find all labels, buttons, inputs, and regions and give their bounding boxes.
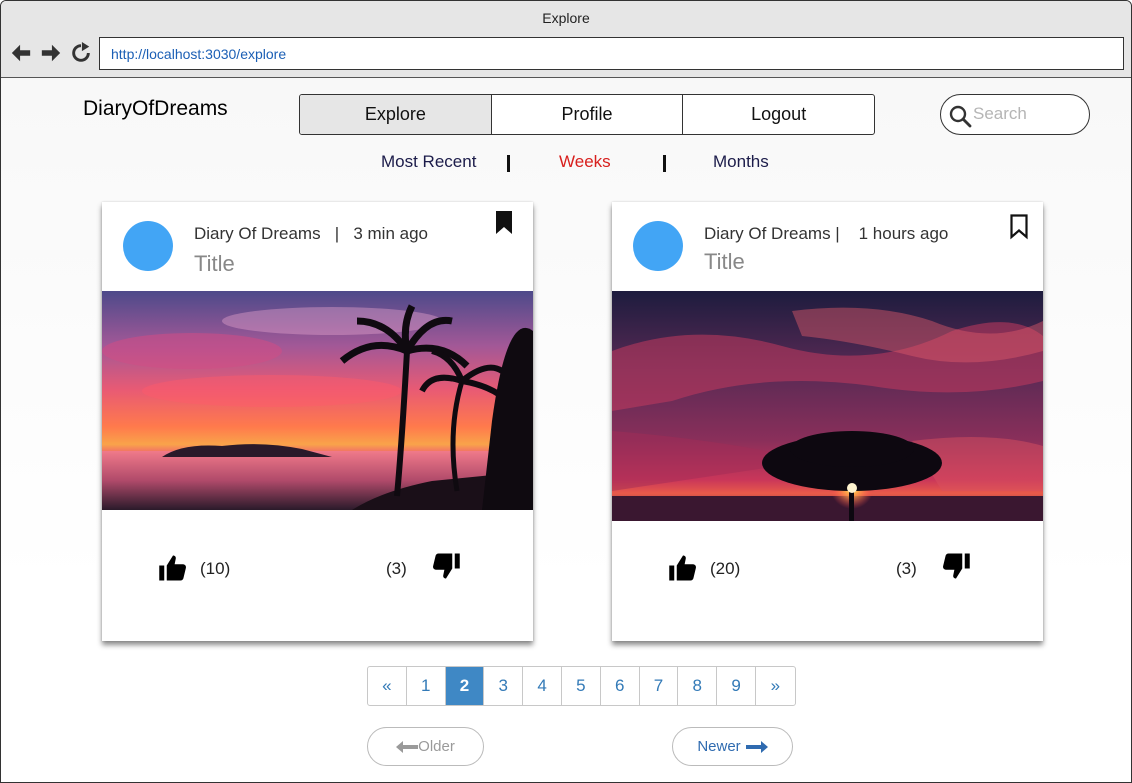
thumbs-up-icon[interactable] [668, 553, 698, 583]
search-input[interactable] [973, 103, 1078, 125]
post-author-time: Diary Of Dreams | 1 hours ago [704, 224, 949, 243]
page-1[interactable]: 1 [407, 667, 446, 705]
tab-logout[interactable]: Logout [683, 95, 874, 134]
post-title[interactable]: Title [704, 249, 745, 275]
like-count: (10) [200, 559, 231, 578]
filter-most-recent[interactable]: Most Recent [381, 152, 476, 172]
filter-weeks[interactable]: Weeks [559, 152, 611, 172]
page-prev[interactable]: « [368, 667, 407, 705]
arrow-right-icon [745, 740, 768, 753]
thumbs-up-icon[interactable] [158, 553, 188, 583]
thumbs-down-icon[interactable] [431, 551, 461, 581]
pagination: « 1 2 3 4 5 6 7 8 9 » [367, 666, 796, 706]
page-8[interactable]: 8 [678, 667, 718, 705]
post-image-tropical-sunset[interactable] [102, 291, 533, 510]
main-nav-tabs: Explore Profile Logout [299, 94, 875, 135]
tab-explore[interactable]: Explore [300, 95, 492, 134]
reload-icon[interactable] [70, 42, 92, 64]
dislike-count: (3) [386, 559, 407, 578]
avatar[interactable] [123, 221, 173, 271]
browser-window: Explore http://localhost:3030/explore Di… [0, 0, 1132, 783]
page-next[interactable]: » [756, 667, 795, 705]
bookmark-filled-icon[interactable] [494, 210, 514, 236]
app-brand: DiaryOfDreams [83, 97, 228, 120]
back-arrow-icon[interactable] [10, 42, 32, 64]
page-6[interactable]: 6 [601, 667, 640, 705]
url-text[interactable]: http://localhost:3030/explore [111, 46, 286, 62]
bookmark-outline-icon[interactable] [1009, 214, 1029, 240]
page-7[interactable]: 7 [640, 667, 679, 705]
newer-button[interactable]: Newer [672, 727, 793, 766]
newer-label: Newer [697, 738, 741, 755]
page-5[interactable]: 5 [562, 667, 601, 705]
dislike-count: (3) [896, 559, 917, 578]
post-image-tree-sunset[interactable] [612, 291, 1043, 521]
avatar[interactable] [633, 221, 683, 271]
search-box[interactable] [940, 94, 1090, 135]
filter-divider [663, 155, 666, 172]
time-filter-bar: Most Recent Weeks Months [1, 152, 1131, 176]
search-icon [949, 105, 972, 128]
page-3[interactable]: 3 [484, 667, 524, 705]
page-9[interactable]: 9 [717, 667, 756, 705]
post-card: Diary Of Dreams | 3 min ago Title (10) (… [102, 202, 533, 641]
filter-months[interactable]: Months [713, 152, 769, 172]
filter-divider [507, 155, 510, 172]
post-author-time: Diary Of Dreams | 3 min ago [194, 224, 428, 243]
page-4[interactable]: 4 [523, 667, 562, 705]
post-card: Diary Of Dreams | 1 hours ago Title (20)… [612, 202, 1043, 641]
address-bar[interactable]: http://localhost:3030/explore [99, 37, 1124, 70]
page-2-current[interactable]: 2 [445, 667, 485, 705]
post-title[interactable]: Title [194, 251, 235, 277]
tab-profile[interactable]: Profile [492, 95, 684, 134]
browser-titlebar: Explore http://localhost:3030/explore [1, 1, 1131, 78]
window-title: Explore [542, 10, 590, 26]
thumbs-down-icon[interactable] [941, 551, 971, 581]
older-label: Older [418, 738, 455, 755]
older-button[interactable]: Older [367, 727, 484, 766]
like-count: (20) [710, 559, 741, 578]
arrow-left-icon [396, 740, 419, 753]
forward-arrow-icon[interactable] [40, 42, 62, 64]
